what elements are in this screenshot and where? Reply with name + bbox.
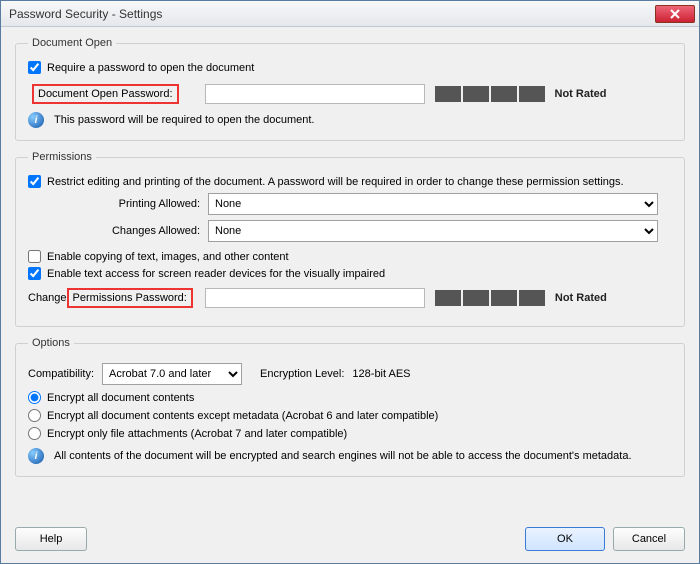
window-title: Password Security - Settings	[9, 7, 655, 21]
close-icon	[670, 9, 680, 19]
info-icon: i	[28, 112, 44, 128]
doc-open-password-input[interactable]	[205, 84, 425, 104]
permissions-password-input[interactable]	[205, 288, 425, 308]
permissions-legend: Permissions	[28, 151, 96, 163]
changes-allowed-label: Changes Allowed:	[28, 225, 208, 237]
compatibility-select[interactable]: Acrobat 7.0 and later	[102, 363, 242, 385]
doc-open-password-label: Document Open Password:	[32, 84, 179, 104]
password-strength-text: Not Rated	[555, 88, 607, 100]
options-info-text: All contents of the document will be enc…	[54, 450, 632, 462]
enable-copy-label: Enable copying of text, images, and othe…	[47, 251, 289, 263]
printing-allowed-select[interactable]: None	[208, 193, 658, 215]
close-button[interactable]	[655, 5, 695, 23]
enable-text-access-label: Enable text access for screen reader dev…	[47, 268, 385, 280]
options-legend: Options	[28, 337, 74, 349]
encrypt-all-label: Encrypt all document contents	[47, 392, 194, 404]
encrypt-attachments-radio[interactable]	[28, 427, 41, 440]
ok-button[interactable]: OK	[525, 527, 605, 551]
password-strength-meter	[435, 86, 545, 102]
permissions-group: Permissions Restrict editing and printin…	[15, 151, 685, 327]
document-open-group: Document Open Require a password to open…	[15, 37, 685, 141]
require-password-checkbox[interactable]	[28, 61, 41, 74]
restrict-editing-checkbox[interactable]	[28, 175, 41, 188]
encryption-level-label: Encryption Level:	[260, 368, 344, 380]
encrypt-all-radio[interactable]	[28, 391, 41, 404]
changes-allowed-select[interactable]: None	[208, 220, 658, 242]
perm-password-strength-meter	[435, 290, 545, 306]
restrict-editing-label: Restrict editing and printing of the doc…	[47, 176, 624, 188]
enable-text-access-checkbox[interactable]	[28, 267, 41, 280]
help-button[interactable]: Help	[15, 527, 87, 551]
encrypt-attachments-label: Encrypt only file attachments (Acrobat 7…	[47, 428, 347, 440]
printing-allowed-label: Printing Allowed:	[28, 198, 208, 210]
options-group: Options Compatibility: Acrobat 7.0 and l…	[15, 337, 685, 477]
cancel-button[interactable]: Cancel	[613, 527, 685, 551]
encrypt-except-metadata-radio[interactable]	[28, 409, 41, 422]
titlebar: Password Security - Settings	[1, 1, 699, 27]
compatibility-label: Compatibility:	[28, 368, 94, 380]
doc-open-info-text: This password will be required to open t…	[54, 114, 314, 126]
dialog-footer: Help OK Cancel	[1, 519, 699, 563]
dialog-window: Password Security - Settings Document Op…	[0, 0, 700, 564]
change-perm-prefix: Change	[28, 292, 67, 304]
permissions-password-label: Permissions Password:	[67, 288, 193, 308]
perm-password-strength-text: Not Rated	[555, 292, 607, 304]
encrypt-except-metadata-label: Encrypt all document contents except met…	[47, 410, 438, 422]
require-password-label: Require a password to open the document	[47, 62, 254, 74]
document-open-legend: Document Open	[28, 37, 116, 49]
encryption-level-value: 128-bit AES	[352, 368, 410, 380]
info-icon: i	[28, 448, 44, 464]
dialog-content: Document Open Require a password to open…	[1, 27, 699, 519]
enable-copy-checkbox[interactable]	[28, 250, 41, 263]
